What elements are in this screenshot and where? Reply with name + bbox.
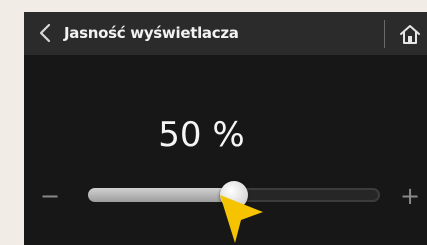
increase-button[interactable]: + <box>396 182 424 210</box>
decrease-button[interactable]: − <box>36 182 64 210</box>
home-icon <box>399 23 421 45</box>
page-title: Jasność wyświetlacza <box>64 24 239 42</box>
brightness-value: 50 % <box>158 115 245 155</box>
header-divider <box>384 20 385 48</box>
arrow-pointer-icon <box>215 192 265 245</box>
slider-fill <box>88 188 234 202</box>
header-bar: Jasność wyświetlacza <box>24 12 427 55</box>
home-button[interactable] <box>392 18 424 50</box>
chevron-left-icon[interactable] <box>38 22 52 44</box>
